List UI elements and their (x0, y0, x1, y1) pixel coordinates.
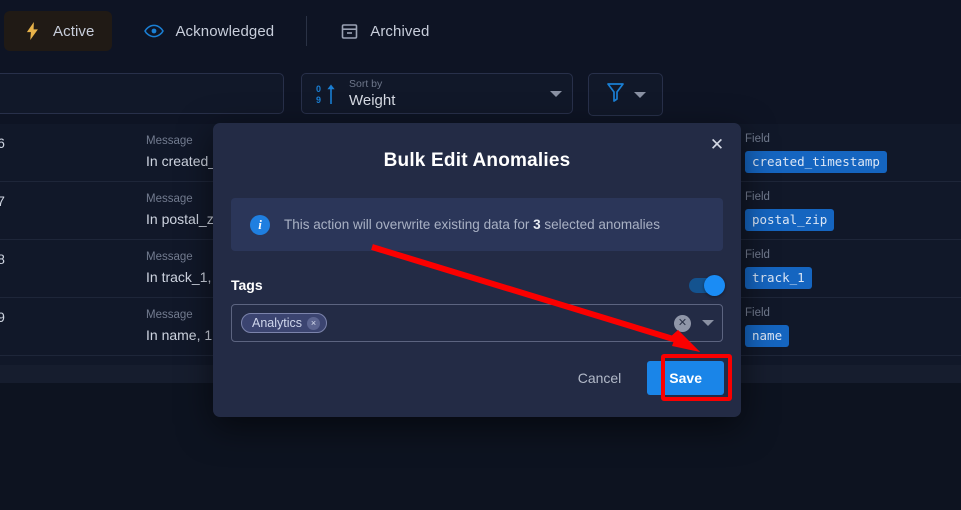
toggle-knob (704, 274, 725, 296)
modal-title: Bulk Edit Anomalies (383, 150, 571, 171)
row-status: ctive (0, 211, 116, 228)
info-banner-text: This action will overwrite existing data… (284, 217, 660, 232)
sort-by-select[interactable]: 0 9 Sort by Weight (301, 73, 573, 114)
row-field-cell: Field name (745, 306, 955, 347)
tags-header-row: Tags (231, 274, 725, 296)
tags-chevron-down-icon[interactable] (702, 320, 714, 326)
svg-text:9: 9 (316, 95, 321, 105)
row-id-cell: 58507 ctive (0, 193, 116, 227)
info-circle-icon: i (250, 214, 270, 235)
tab-active-label: Active (53, 22, 95, 40)
filter-chevron-down-icon[interactable] (633, 91, 646, 98)
tab-acknowledged-label: Acknowledged (175, 22, 275, 40)
search-input[interactable]: ch (0, 73, 284, 114)
sort-by-label: Sort by (349, 78, 383, 91)
field-chip: name (745, 325, 790, 347)
modal-action-bar: Cancel Save (562, 361, 724, 395)
tag-chip-analytics[interactable]: Analytics × (241, 313, 328, 333)
chevron-down-icon[interactable] (550, 90, 562, 97)
tags-input[interactable]: Analytics × ✕ (231, 304, 723, 342)
row-field-label: Field (745, 307, 770, 319)
info-text-after: selected anomalies (540, 217, 660, 232)
row-id-cell: 58508 ctive (0, 251, 116, 285)
tab-active[interactable]: Active (4, 11, 113, 51)
row-id: 58506 (0, 135, 5, 152)
tags-label: Tags (231, 277, 263, 293)
sort-by-value: Weight (349, 91, 396, 109)
row-id-cell: 58509 ctive (0, 309, 116, 343)
close-icon[interactable]: ✕ (704, 131, 730, 157)
info-text-before: This action will overwrite existing data… (284, 217, 534, 232)
save-button[interactable]: Save (647, 361, 724, 395)
row-field-label: Field (745, 249, 770, 261)
row-status: ctive (0, 327, 116, 344)
sort-numeric-asc-icon: 0 9 (316, 82, 338, 106)
row-id: 58507 (0, 193, 5, 210)
row-id: 58508 (0, 251, 5, 268)
field-chip: postal_zip (745, 209, 835, 231)
tab-archived-label: Archived (370, 22, 430, 40)
row-field-cell: Field postal_zip (745, 190, 955, 231)
tab-divider (306, 16, 308, 46)
row-field-label: Field (745, 191, 770, 203)
tag-remove-icon[interactable]: × (307, 316, 321, 330)
lightning-bolt-icon (22, 21, 42, 41)
svg-text:0: 0 (316, 84, 321, 94)
tab-acknowledged[interactable]: Acknowledged (126, 11, 292, 51)
field-chip: created_timestamp (745, 151, 887, 173)
selected-count: 3 (533, 217, 541, 232)
info-banner: i This action will overwrite existing da… (231, 198, 723, 251)
eye-icon (144, 21, 165, 41)
funnel-icon (606, 82, 625, 107)
primary-tab-bar: Active Acknowledged Archived (0, 0, 961, 62)
clear-icon[interactable]: ✕ (674, 314, 691, 332)
row-status: ctive (0, 153, 116, 170)
tag-chip-label: Analytics (252, 316, 303, 330)
row-field-cell: Field track_1 (745, 248, 955, 289)
tags-toggle[interactable] (689, 274, 725, 296)
row-field-label: Field (745, 133, 770, 145)
tab-archived[interactable]: Archived (321, 11, 447, 51)
field-chip: track_1 (745, 267, 812, 289)
row-id-cell: 58506 ctive (0, 135, 116, 169)
row-field-cell: Field created_timestamp (745, 132, 955, 173)
bulk-edit-modal: ✕ Bulk Edit Anomalies i This action will… (213, 123, 741, 417)
row-id: 58509 (0, 309, 5, 326)
row-status: ctive (0, 269, 116, 286)
archive-box-icon (339, 21, 359, 41)
filter-button[interactable] (588, 73, 663, 116)
cancel-button[interactable]: Cancel (562, 362, 638, 394)
